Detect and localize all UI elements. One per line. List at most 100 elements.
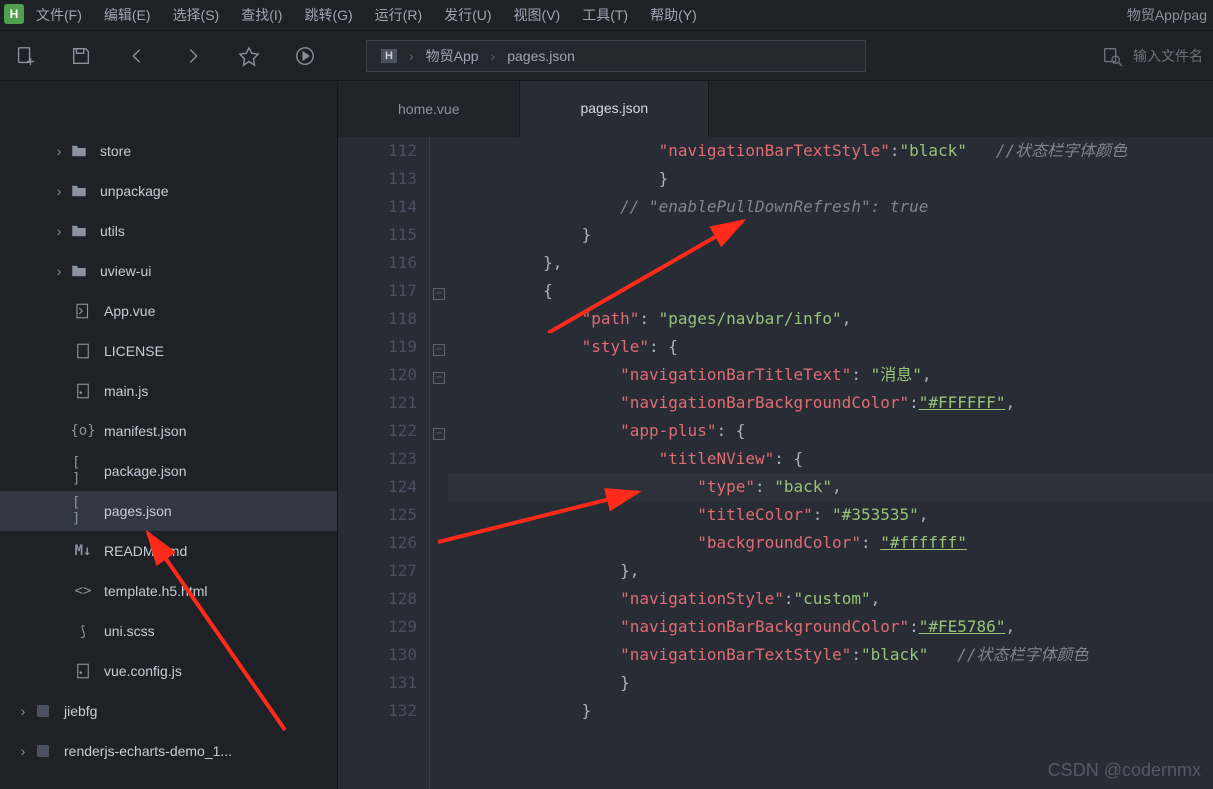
fold-column[interactable]: − − − − — [430, 137, 448, 789]
watermark: CSDN @codernmx — [1048, 760, 1201, 781]
code-line[interactable]: "navigationBarTitleText": "消息", — [466, 361, 1213, 389]
menu-tools[interactable]: 工具(T) — [582, 5, 628, 25]
js-icon — [72, 380, 94, 402]
tree-item-utils[interactable]: › utils — [0, 211, 337, 251]
json-icon: [ ] — [72, 460, 94, 482]
breadcrumb-part[interactable]: pages.json — [507, 48, 575, 64]
chevron-right-icon: › — [14, 703, 32, 719]
code-line[interactable]: } — [466, 165, 1213, 193]
fold-toggle-icon[interactable]: − — [433, 344, 445, 356]
menubar: 文件(F) 编辑(E) 选择(S) 查找(I) 跳转(G) 运行(R) 发行(U… — [0, 0, 1213, 31]
menu-help[interactable]: 帮助(Y) — [650, 5, 697, 25]
new-file-icon[interactable] — [10, 41, 40, 71]
chevron-right-icon: › — [50, 143, 68, 159]
vue-icon — [72, 300, 94, 322]
code-line[interactable]: } — [466, 697, 1213, 725]
folder-icon — [68, 140, 90, 162]
save-icon[interactable] — [66, 41, 96, 71]
forward-icon[interactable] — [178, 41, 208, 71]
code-line[interactable]: "navigationBarBackgroundColor":"#FFFFFF"… — [466, 389, 1213, 417]
window-path: 物贸App/pag — [1127, 5, 1207, 25]
tab-pages-json[interactable]: pages.json — [520, 81, 709, 137]
tree-item-label: package.json — [104, 463, 187, 479]
tree-item-label: unpackage — [100, 183, 169, 199]
tree-item-label: App.vue — [104, 303, 155, 319]
tree-item-app-vue[interactable]: App.vue — [0, 291, 337, 331]
tree-item-label: LICENSE — [104, 343, 164, 359]
play-icon[interactable] — [290, 41, 320, 71]
tree-item-label: renderjs-echarts-demo_1... — [64, 743, 232, 759]
code-line[interactable]: "navigationStyle":"custom", — [466, 585, 1213, 613]
js-icon — [72, 660, 94, 682]
tree-item-store[interactable]: › store — [0, 131, 337, 171]
menu-edit[interactable]: 编辑(E) — [104, 5, 151, 25]
breadcrumb-part[interactable]: 物贸App — [426, 46, 479, 66]
annotation-arrow-icon — [140, 525, 290, 735]
tree-item-main-js[interactable]: main.js — [0, 371, 337, 411]
tree-item-label: utils — [100, 223, 125, 239]
chevron-right-icon: › — [50, 183, 68, 199]
proj-icon — [32, 700, 54, 722]
toolbar: H › 物贸App › pages.json 输入文件名 — [0, 31, 1213, 81]
code-line[interactable]: "navigationBarTextStyle":"black" //状态栏字体… — [466, 641, 1213, 669]
breadcrumb-root-icon: H — [381, 49, 397, 63]
file-search[interactable]: 输入文件名 — [1101, 45, 1203, 67]
tree-item-uview-ui[interactable]: › uview-ui — [0, 251, 337, 291]
line-gutter: 1121131141151161171181191201211221231241… — [338, 137, 430, 789]
chevron-right-icon: › — [50, 223, 68, 239]
menu-find[interactable]: 查找(I) — [241, 5, 282, 25]
back-icon[interactable] — [122, 41, 152, 71]
editor-tabs: home.vue pages.json — [338, 81, 1213, 137]
menu-goto[interactable]: 跳转(G) — [304, 5, 352, 25]
tree-item-label: store — [100, 143, 131, 159]
breadcrumb[interactable]: H › 物贸App › pages.json — [366, 40, 866, 72]
annotation-arrow-icon — [548, 213, 758, 333]
menu-select[interactable]: 选择(S) — [173, 5, 220, 25]
code-line[interactable]: "navigationBarBackgroundColor":"#FE5786"… — [466, 613, 1213, 641]
menu-publish[interactable]: 发行(U) — [444, 5, 491, 25]
code-line[interactable]: "style": { — [466, 333, 1213, 361]
chevron-right-icon: › — [50, 263, 68, 279]
tree-item-renderjs-echarts-demo-1---[interactable]: › renderjs-echarts-demo_1... — [0, 731, 337, 771]
code-line[interactable]: }, — [466, 557, 1213, 585]
fold-toggle-icon[interactable]: − — [433, 288, 445, 300]
code-line[interactable]: "app-plus": { — [466, 417, 1213, 445]
code-editor[interactable]: 1121131141151161171181191201211221231241… — [338, 137, 1213, 789]
chevron-right-icon: › — [491, 48, 496, 64]
manifest-icon: {o} — [72, 420, 94, 442]
tree-item-license[interactable]: LICENSE — [0, 331, 337, 371]
chevron-right-icon: › — [409, 48, 414, 64]
editor-area: home.vue pages.json 11211311411511611711… — [338, 81, 1213, 789]
json-icon: [ ] — [72, 500, 94, 522]
tree-item-label: manifest.json — [104, 423, 186, 439]
tree-item-label: jiebfg — [64, 703, 97, 719]
tree-item-unpackage[interactable]: › unpackage — [0, 171, 337, 211]
proj-icon — [32, 740, 54, 762]
folder-icon — [68, 220, 90, 242]
file-icon — [72, 340, 94, 362]
menu-view[interactable]: 视图(V) — [514, 5, 561, 25]
search-placeholder: 输入文件名 — [1133, 46, 1203, 66]
tab-home-vue[interactable]: home.vue — [338, 81, 520, 137]
folder-icon — [68, 180, 90, 202]
annotation-arrow-icon — [438, 487, 648, 547]
menu-run[interactable]: 运行(R) — [375, 5, 422, 25]
tree-item-manifest-json[interactable]: {o} manifest.json — [0, 411, 337, 451]
fold-toggle-icon[interactable]: − — [433, 428, 445, 440]
tree-item-package-json[interactable]: [ ] package.json — [0, 451, 337, 491]
chevron-right-icon: › — [14, 743, 32, 759]
code-line[interactable]: "navigationBarTextStyle":"black" //状态栏字体… — [466, 137, 1213, 165]
tree-item-label: pages.json — [104, 503, 172, 519]
code-line[interactable]: "titleNView": { — [466, 445, 1213, 473]
md-icon: M↓ — [72, 540, 94, 562]
scss-icon: ⟆ — [72, 620, 94, 642]
html-icon: <> — [72, 580, 94, 602]
search-icon — [1101, 45, 1123, 67]
star-icon[interactable] — [234, 41, 264, 71]
folder-icon — [68, 260, 90, 282]
app-logo-icon: H — [4, 4, 24, 24]
code-line[interactable]: } — [466, 669, 1213, 697]
fold-toggle-icon[interactable]: − — [433, 372, 445, 384]
tree-item-label: uview-ui — [100, 263, 151, 279]
menu-file[interactable]: 文件(F) — [36, 5, 82, 25]
